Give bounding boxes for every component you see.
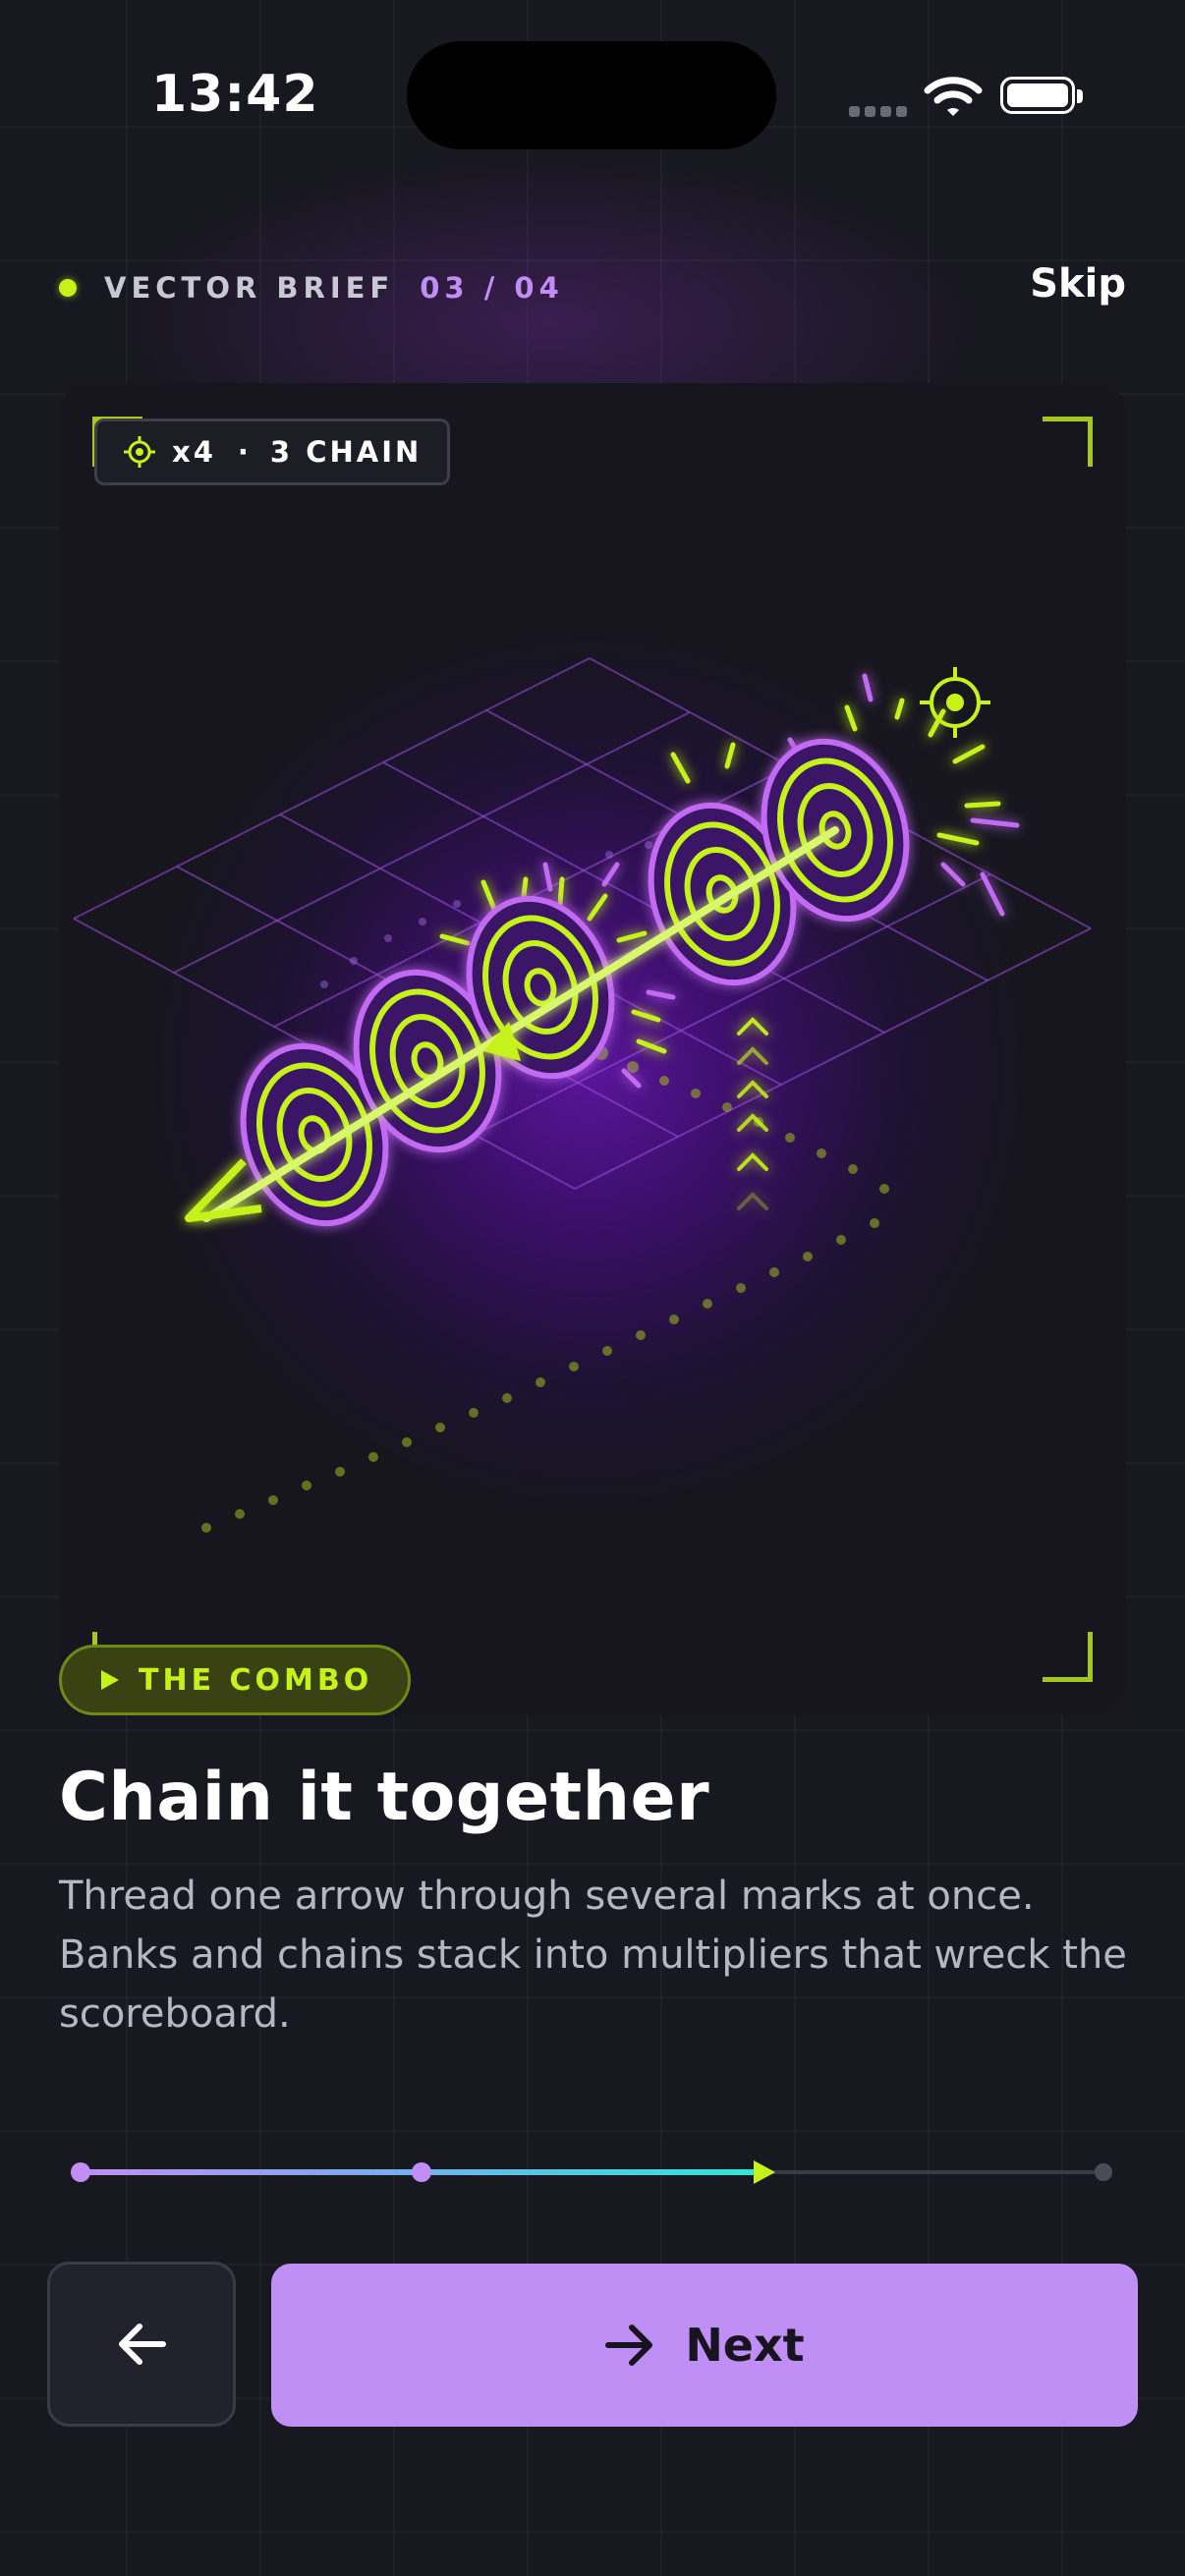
multiplier-value: x4 — [172, 435, 216, 469]
next-button-label: Next — [685, 2319, 805, 2372]
progress-step-2 — [411, 2162, 431, 2182]
frame-corner-top-right — [1043, 417, 1093, 467]
onboarding-progress — [71, 2157, 1112, 2187]
progress-step-4 — [1095, 2163, 1112, 2181]
signal-icon — [849, 102, 912, 121]
brief-header: VECTOR BRIEF 03 / 04 — [59, 271, 564, 305]
progress-current-marker-icon — [754, 2160, 776, 2184]
progress-step-1 — [71, 2162, 90, 2182]
battery-icon — [1000, 77, 1083, 114]
back-button[interactable] — [47, 2262, 236, 2427]
status-time: 13:42 — [151, 65, 319, 124]
step-counter: 03 / 04 — [420, 271, 564, 305]
page-title: Chain it together — [59, 1759, 710, 1836]
hud-separator: · — [237, 435, 249, 469]
arrow-left-icon — [119, 2324, 166, 2365]
chain-count: 3 CHAIN — [269, 435, 423, 469]
dynamic-island — [407, 41, 776, 149]
description-text: Thread one arrow through several marks a… — [59, 1874, 1127, 2037]
next-button[interactable]: Next — [271, 2264, 1138, 2427]
illustration-card: x4 · 3 CHAIN — [59, 383, 1126, 1715]
combo-illustration — [73, 657, 1092, 1533]
wifi-icon — [924, 77, 983, 116]
combo-hud-badge: x4 · 3 CHAIN — [94, 419, 451, 485]
arrow-right-icon — [605, 2324, 653, 2366]
crosshair-target — [920, 667, 990, 738]
play-icon — [101, 1670, 119, 1690]
frame-corner-bottom-right — [1043, 1632, 1093, 1682]
combo-tag: THE COMBO — [59, 1645, 412, 1715]
crosshair-icon — [124, 436, 155, 468]
tag-label: THE COMBO — [139, 1662, 373, 1698]
status-dot — [59, 279, 77, 297]
skip-button[interactable]: Skip — [1030, 261, 1126, 307]
section-label: VECTOR BRIEF — [104, 271, 395, 305]
